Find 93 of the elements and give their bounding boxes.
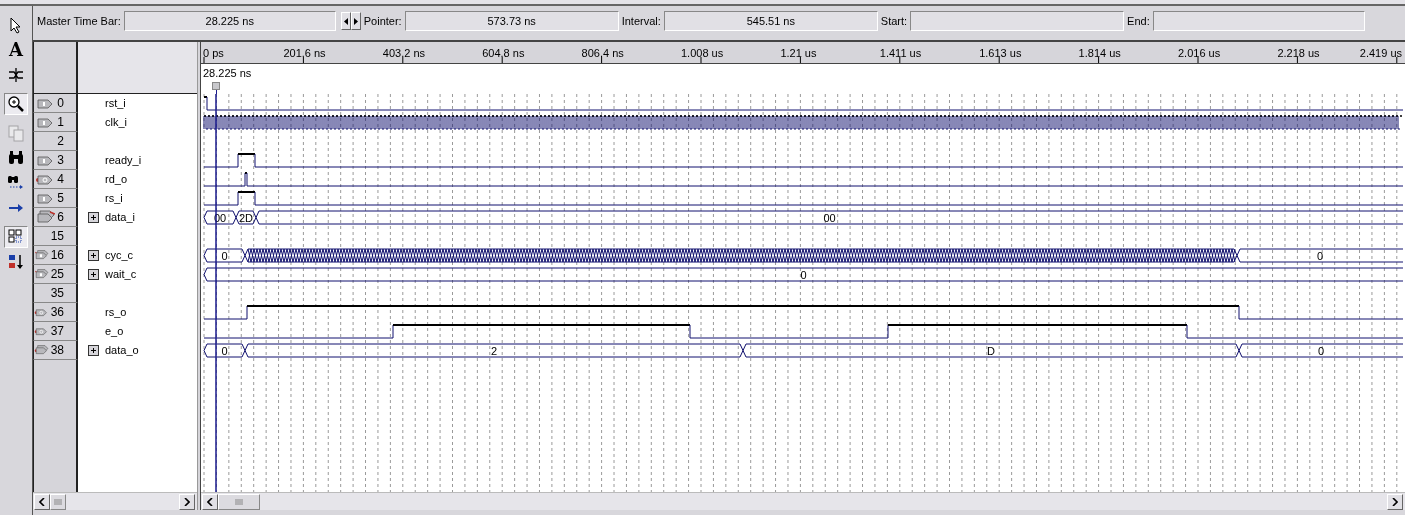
pointer-label: Pointer: <box>363 13 402 29</box>
find-next-icon <box>7 174 25 192</box>
register-bus-icon <box>34 248 49 262</box>
expand-icon[interactable] <box>88 345 99 356</box>
right-chevron-icon <box>1392 497 1398 506</box>
ruler-label: 0 ps <box>203 47 224 59</box>
signal-index: 15 <box>50 228 64 245</box>
start-field[interactable] <box>910 11 1125 31</box>
input-bus-icon <box>35 210 56 224</box>
scroll-right-button[interactable] <box>179 493 195 510</box>
output-bus-icon <box>34 343 49 357</box>
left-arrow-icon <box>343 17 348 25</box>
text-tool-button[interactable]: A <box>4 39 28 61</box>
zoom-tool-button[interactable] <box>4 93 28 115</box>
scrollbar-thumb[interactable] <box>50 493 66 510</box>
scroll-right-button[interactable] <box>1387 493 1403 510</box>
bus-value: 2D <box>238 211 254 224</box>
time-bar-handle[interactable] <box>212 82 220 90</box>
snap-tool-button[interactable] <box>4 226 28 248</box>
signal-name[interactable]: rs_i <box>105 190 123 207</box>
zoom-icon <box>7 95 25 113</box>
ruler-label: 1.21 us <box>780 47 817 59</box>
waveform-edit-icon <box>7 66 25 84</box>
signal-index: 1 <box>57 114 64 131</box>
signal-name[interactable]: cyc_c <box>105 247 134 264</box>
signal-name[interactable]: rst_i <box>105 95 126 112</box>
ruler-label: 1.008 us <box>681 47 724 59</box>
signal-index: 38 <box>50 342 64 359</box>
bus-value: 0 <box>221 249 228 262</box>
register-bus-icon <box>34 267 49 281</box>
signal-name[interactable]: ready_i <box>105 152 142 169</box>
bus-value: 0 <box>1317 344 1325 357</box>
right-arrow-icon <box>353 17 358 25</box>
signal-name[interactable]: wait_c <box>105 266 137 283</box>
signal-name[interactable]: rs_o <box>105 304 127 321</box>
ruler-label: 2.016 us <box>1178 47 1221 59</box>
signal-index: 36 <box>50 304 64 321</box>
scrollbar-thumb[interactable] <box>218 493 260 510</box>
bus-value: 2 <box>490 344 498 357</box>
signal-index: 35 <box>50 285 64 302</box>
pointer-field[interactable]: 573.73 ns <box>404 11 619 31</box>
signal-name[interactable]: data_i <box>105 209 135 226</box>
ruler-label: 2.419 us <box>1359 47 1402 59</box>
right-chevron-icon <box>184 497 190 506</box>
ruler-label: 2.218 us <box>1277 47 1320 59</box>
binoculars-icon <box>7 149 25 167</box>
signal-name[interactable]: data_o <box>105 342 139 359</box>
grip-icon <box>235 498 243 505</box>
ruler-label: 1.411 us <box>879 47 922 59</box>
grip-icon <box>54 498 62 505</box>
signal-name[interactable]: e_o <box>105 323 124 340</box>
interval-field[interactable]: 545.51 ns <box>663 11 878 31</box>
left-chevron-icon <box>39 497 45 506</box>
ruler-label: 403.2 ns <box>382 47 425 59</box>
signal-index: 2 <box>57 133 64 150</box>
bus-value: D <box>987 344 995 357</box>
ruler-label: 806.4 ns <box>581 47 624 59</box>
signal-index: 16 <box>50 247 64 264</box>
ruler-label: 1.613 us <box>979 47 1022 59</box>
master-time-bar-label: Master Time Bar: <box>37 13 121 29</box>
end-field[interactable] <box>1152 11 1365 31</box>
ruler-label: 604.8 ns <box>482 47 525 59</box>
signal-index: 5 <box>57 190 64 207</box>
signal-name[interactable]: clk_i <box>105 114 127 131</box>
bus-value: 0 <box>800 268 807 281</box>
left-chevron-icon <box>207 497 213 506</box>
ruler-label: 1.814 us <box>1078 47 1121 59</box>
expand-icon[interactable] <box>88 250 99 261</box>
signal-index: 6 <box>57 209 64 226</box>
signal-index: 3 <box>57 152 64 169</box>
master-time-bar-field[interactable]: 28.225 ns <box>123 11 336 31</box>
previous-button[interactable] <box>340 12 351 30</box>
bus-value: 0 <box>221 344 228 357</box>
signal-index: 4 <box>57 171 64 188</box>
sort-icon <box>7 253 25 271</box>
signal-index: 25 <box>50 266 64 283</box>
ruler-label: 201.6 ns <box>283 47 326 59</box>
signal-name[interactable]: rd_o <box>105 171 128 188</box>
end-label: End: <box>1127 13 1150 29</box>
signal-index: 0 <box>57 95 64 112</box>
bus-value: 0 <box>1316 249 1324 262</box>
start-label: Start: <box>880 13 908 29</box>
signal-index: 37 <box>50 323 64 340</box>
bus-value: 00 <box>823 211 836 224</box>
scroll-left-button[interactable] <box>34 493 50 510</box>
expand-icon[interactable] <box>88 269 99 280</box>
next-button[interactable] <box>350 12 361 30</box>
interval-label: Interval: <box>621 13 661 29</box>
copy-icon <box>7 124 25 142</box>
expand-icon[interactable] <box>88 212 99 223</box>
time-bar-label: 28.225 ns <box>203 66 252 81</box>
grid-icon <box>7 228 25 246</box>
scroll-left-button[interactable] <box>202 493 218 510</box>
